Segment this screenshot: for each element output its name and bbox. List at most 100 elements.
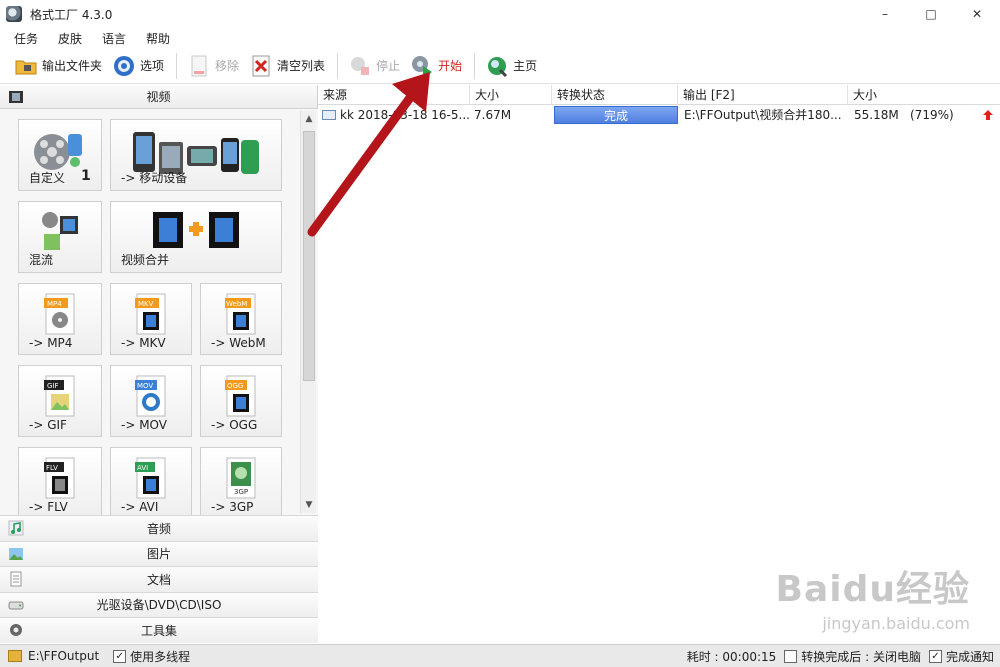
output-path[interactable]: E:\FFOutput [28, 649, 99, 663]
output-folder-button[interactable]: 输出文件夹 [10, 51, 106, 81]
stop-button[interactable]: 停止 [344, 51, 404, 81]
3gp-tag: 3GP [234, 488, 248, 496]
category-audio-label: 音频 [146, 521, 171, 536]
toolbar: 输出文件夹 选项 移除 清空列表 停止 开始 主页 [0, 48, 1000, 84]
category-document[interactable]: 文档 [0, 566, 318, 592]
minimize-button[interactable]: – [862, 0, 908, 28]
home-button[interactable]: 主页 [481, 51, 541, 81]
drive-icon [8, 597, 24, 613]
size-increase-up-arrow-icon [976, 105, 996, 125]
category-optical-drive[interactable]: 光驱设备\DVD\CD\ISO [0, 591, 318, 617]
watermark-sub: jingyan.baidu.com [822, 614, 970, 633]
function-grid-scrollbar[interactable]: ▲ ▼ [300, 111, 316, 513]
remove-icon [187, 54, 211, 78]
category-video-label: 视频 [146, 90, 171, 104]
home-label: 主页 [513, 59, 538, 73]
menu-task[interactable]: 任务 [10, 29, 42, 48]
options-icon [112, 54, 136, 78]
tile-3gp[interactable]: 3GP -> 3GP [200, 447, 282, 515]
start-button[interactable]: 开始 [406, 51, 466, 81]
menu-skin[interactable]: 皮肤 [54, 29, 86, 48]
avi-tag: AVI [137, 464, 148, 472]
tile-gif-label: -> GIF [29, 418, 67, 432]
col-source[interactable]: 来源 [318, 85, 470, 105]
folder-icon [14, 54, 38, 78]
tile-custom-label: 自定义 [29, 171, 66, 185]
menu-help[interactable]: 帮助 [142, 29, 174, 48]
title-bar: 格式工厂 4.3.0 – □ ✕ [0, 0, 1000, 28]
category-list: 音频 图片 文档 光驱设备\DVD\CD\ISO 工具集 [0, 515, 318, 643]
category-video-header[interactable]: 视频 [0, 85, 317, 109]
category-document-label: 文档 [146, 572, 171, 587]
mp4-tag: MP4 [47, 300, 62, 308]
baidu-watermark: Baidu经验 jingyan.baidu.com [776, 560, 970, 633]
tile-flv[interactable]: FLV -> FLV [18, 447, 102, 515]
cell-output: E:\FFOutput\视频合并180... [684, 108, 842, 122]
menu-language[interactable]: 语言 [98, 29, 130, 48]
mux-icon [38, 210, 82, 257]
tile-flv-label: -> FLV [29, 500, 68, 514]
tile-ogg-label: -> OGG [211, 418, 258, 432]
category-toolbox[interactable]: 工具集 [0, 617, 318, 643]
clear-list-icon [249, 54, 273, 78]
window-title: 格式工厂 4.3.0 [30, 7, 113, 22]
tile-mobile-device[interactable]: -> 移动设备 [110, 119, 282, 191]
film-icon [8, 89, 24, 105]
scroll-up-icon[interactable]: ▲ [301, 111, 317, 127]
toolbar-divider [176, 52, 178, 79]
multithread-checkbox[interactable]: ✓ [113, 649, 127, 663]
scroll-down-icon[interactable]: ▼ [301, 497, 317, 513]
tile-custom[interactable]: 自定义 1 [18, 119, 102, 191]
function-panel: 视频 自定义 1 -> 移动设备 混流 视频合并 MP4 -> MP4 MKV … [0, 85, 318, 643]
stop-label: 停止 [376, 59, 401, 73]
options-label: 选项 [140, 59, 165, 73]
after-done-checkbox[interactable] [784, 649, 798, 663]
music-note-icon [8, 520, 24, 536]
tile-video-join[interactable]: 视频合并 [110, 201, 282, 273]
category-audio[interactable]: 音频 [0, 515, 318, 541]
col-status[interactable]: 转换状态 [552, 85, 678, 105]
tile-avi-label: -> AVI [121, 500, 159, 514]
tile-mov[interactable]: MOV -> MOV [110, 365, 192, 437]
cell-source: kk 2018-03-18 16-5... [318, 105, 470, 125]
tile-mux-label: 混流 [29, 253, 54, 267]
status-bar: E:\FFOutput ✓ 使用多线程 耗时 : 00:00:15 转换完成后 … [0, 644, 1000, 667]
mkv-tag: MKV [138, 300, 154, 308]
remove-button[interactable]: 移除 [183, 51, 243, 81]
mov-file-icon: MOV [133, 374, 169, 421]
col-output-size[interactable]: 大小 [848, 85, 1000, 105]
tile-mkv[interactable]: MKV -> MKV [110, 283, 192, 355]
video-join-icon [151, 210, 241, 253]
table-row[interactable]: kk 2018-03-18 16-5... 7.67M 完成 E:\FFOutp… [318, 105, 1000, 125]
watermark-main: Baidu经验 [775, 569, 970, 610]
maximize-button[interactable]: □ [908, 0, 954, 28]
picture-icon [8, 546, 24, 562]
task-list-header: 来源 大小 转换状态 输出 [F2] 大小 [318, 85, 1000, 105]
after-done-option[interactable]: 转换完成后 : 关闭电脑 [784, 648, 921, 665]
cell-status-progress: 完成 [554, 106, 678, 124]
tile-mkv-label: -> MKV [121, 336, 166, 350]
flv-file-icon: FLV [42, 456, 78, 503]
stop-icon [348, 54, 372, 78]
multithread-option[interactable]: ✓ 使用多线程 [113, 648, 190, 665]
tile-webm[interactable]: WebM -> WebM [200, 283, 282, 355]
ogg-file-icon: OGG [223, 374, 259, 421]
toolbox-gear-icon [8, 622, 24, 638]
tile-mux[interactable]: 混流 [18, 201, 102, 273]
close-button[interactable]: ✕ [954, 0, 1000, 28]
notify-option[interactable]: ✓ 完成通知 [928, 648, 994, 665]
tile-gif[interactable]: GIF -> GIF [18, 365, 102, 437]
toolbar-divider [474, 52, 476, 79]
tile-ogg[interactable]: OGG -> OGG [200, 365, 282, 437]
tile-mp4[interactable]: MP4 -> MP4 [18, 283, 102, 355]
col-size[interactable]: 大小 [470, 85, 552, 105]
clear-list-button[interactable]: 清空列表 [245, 51, 329, 81]
col-output[interactable]: 输出 [F2] [678, 85, 848, 105]
tile-avi[interactable]: AVI -> AVI [110, 447, 192, 515]
cell-ratio: (719%) [910, 108, 954, 122]
options-button[interactable]: 选项 [108, 51, 168, 81]
scroll-thumb[interactable] [303, 131, 315, 381]
notify-checkbox[interactable]: ✓ [928, 649, 942, 663]
tile-custom-badge: 1 [81, 168, 91, 184]
category-picture[interactable]: 图片 [0, 540, 318, 566]
